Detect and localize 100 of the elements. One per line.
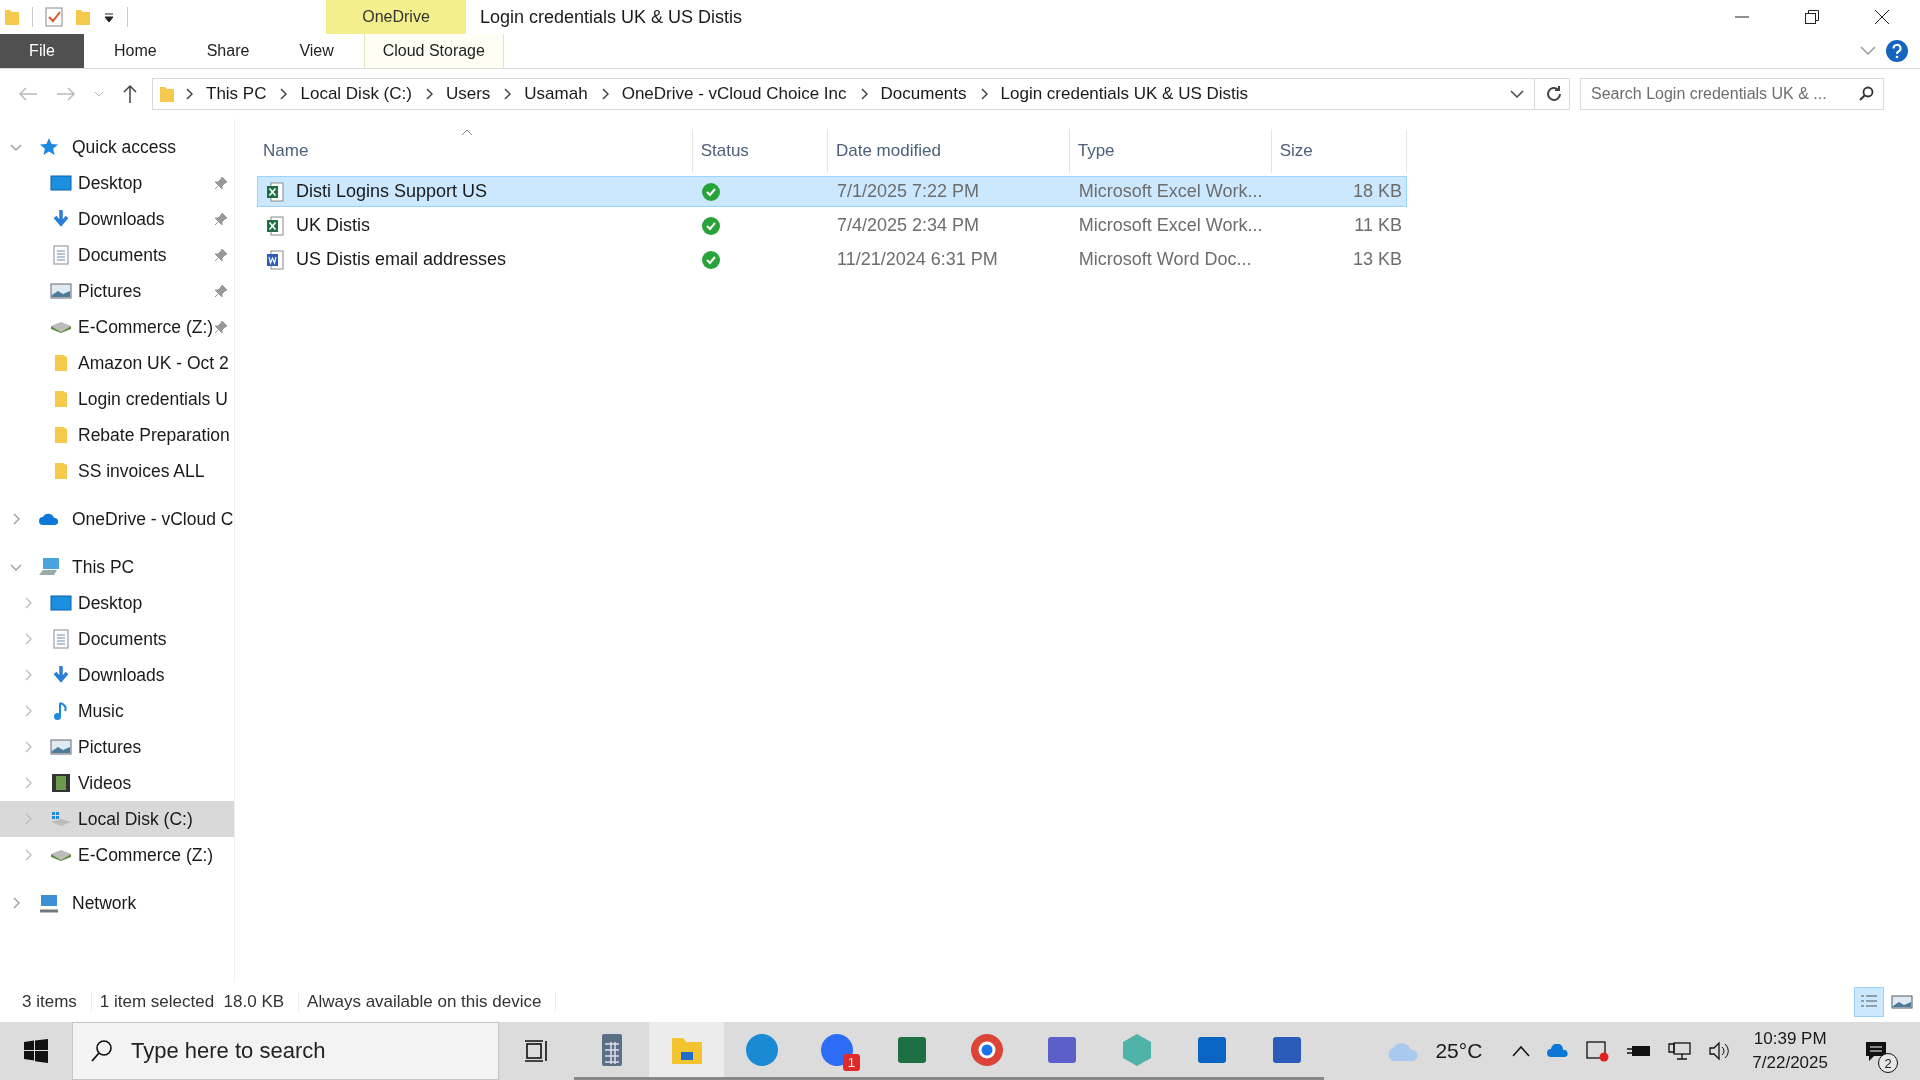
search-icon — [1858, 86, 1874, 102]
sidebar-item[interactable]: OneDrive - vCloud C — [0, 501, 234, 537]
help-icon[interactable] — [1886, 40, 1908, 62]
sidebar-item[interactable]: Network — [0, 885, 234, 921]
task-view-icon[interactable] — [523, 1039, 550, 1063]
desktop-icon — [50, 175, 72, 191]
column-header[interactable]: Type — [1069, 129, 1272, 173]
ribbon-tab[interactable]: View — [279, 34, 354, 68]
weather-temperature[interactable]: 25°C — [1435, 1039, 1483, 1063]
chevron-icon[interactable] — [424, 88, 433, 100]
pin-icon[interactable] — [214, 248, 228, 262]
sidebar-item[interactable]: Downloads — [0, 201, 234, 237]
cloud-icon[interactable] — [1546, 1044, 1571, 1058]
battery-icon[interactable] — [1626, 1043, 1653, 1059]
breadcrumb[interactable]: Login credentials UK & US Distis — [997, 84, 1252, 104]
sidebar-item[interactable]: Rebate Preparation — [0, 417, 234, 453]
pin-icon[interactable] — [214, 212, 228, 226]
ribbon-tab[interactable]: File — [0, 34, 84, 68]
chevron-icon[interactable] — [600, 88, 609, 100]
details-view-icon[interactable] — [1854, 987, 1884, 1017]
taskbar-search-field[interactable]: Type here to search — [72, 1022, 499, 1080]
chevron-icon[interactable] — [859, 88, 868, 100]
column-header[interactable]: Size — [1271, 129, 1407, 173]
properties-icon[interactable] — [45, 7, 63, 27]
close-icon[interactable] — [1874, 9, 1890, 25]
ribbon-tab[interactable]: Share — [186, 34, 270, 68]
chevron-icon[interactable] — [979, 88, 988, 100]
picture-icon — [50, 739, 72, 755]
ribbon-tab[interactable]: Cloud Storage — [363, 34, 504, 68]
sidebar-item[interactable]: Desktop — [0, 165, 234, 201]
notification-badge: 1 — [842, 1054, 860, 1071]
expand-ribbon-icon[interactable] — [1860, 46, 1876, 56]
sidebar-label: Desktop — [78, 592, 143, 614]
type-cell-text: Microsoft Excel Work... — [1077, 215, 1264, 236]
download-icon — [52, 209, 70, 229]
breadcrumb[interactable]: Local Disk (C:) — [297, 84, 415, 104]
sidebar-item[interactable]: Documents — [0, 237, 234, 273]
chevron-icon[interactable] — [185, 88, 193, 100]
sidebar-label: E-Commerce (Z:) — [78, 844, 214, 866]
file-name: US Distis email addresses — [296, 249, 507, 270]
network-icon[interactable] — [1668, 1041, 1693, 1061]
folder-icon — [54, 354, 68, 372]
sidebar-item[interactable]: Local Disk (C:) — [0, 801, 234, 837]
restore-icon[interactable] — [1804, 9, 1820, 25]
up-icon[interactable] — [122, 84, 138, 104]
file-row[interactable]: UK Distis 7/4/2025 2:34 PM Microsoft Excel Work... 11 KB — [257, 210, 1407, 241]
large-icons-view-icon[interactable] — [1890, 993, 1914, 1011]
breadcrumb[interactable]: OneDrive - vCloud Choice Inc — [618, 84, 850, 104]
refresh-icon[interactable] — [1545, 85, 1563, 103]
breadcrumb[interactable]: Usamah — [521, 84, 591, 104]
breadcrumb[interactable]: Documents — [877, 84, 970, 104]
document-icon — [53, 245, 69, 265]
date: 7/22/2025 — [1752, 1053, 1828, 1073]
chevron-up-icon[interactable] — [1512, 1045, 1531, 1057]
windows-start-icon[interactable] — [24, 1039, 48, 1063]
sidebar-item[interactable]: Login credentials U — [0, 381, 234, 417]
sidebar-item[interactable]: SS invoices ALL — [0, 453, 234, 489]
drive-icon — [49, 810, 73, 828]
action-center-button[interactable]: 2 — [1856, 1031, 1896, 1071]
drive-icon — [49, 848, 73, 862]
sidebar-label: Videos — [78, 772, 132, 794]
column-header[interactable]: Name — [255, 129, 693, 173]
breadcrumb[interactable]: Users — [442, 84, 494, 104]
sidebar-item[interactable]: Desktop — [0, 585, 234, 621]
file-row[interactable]: US Distis email addresses 11/21/2024 6:31 PM Microsoft Word Doc... 13 KB — [257, 244, 1407, 275]
sync-alert-icon[interactable] — [1586, 1040, 1611, 1062]
folder-icon — [54, 390, 68, 408]
column-header[interactable]: Status — [692, 129, 828, 173]
type-cell-text: Microsoft Excel Work... — [1077, 181, 1264, 202]
clock[interactable]: 10:39 PM 7/22/2025 — [1752, 1029, 1828, 1073]
pin-icon[interactable] — [214, 320, 228, 334]
sidebar-item[interactable]: Videos — [0, 765, 234, 801]
taskbar-app[interactable]: 1 — [799, 1022, 874, 1080]
sidebar-item[interactable]: Pictures — [0, 273, 234, 309]
breadcrumb[interactable]: This PC — [203, 84, 270, 104]
sidebar-item[interactable]: This PC — [0, 549, 234, 585]
ribbon-tab[interactable]: Home — [94, 34, 177, 68]
pin-icon[interactable] — [214, 176, 228, 190]
selection-info: 1 item selected 18.0 KB — [91, 992, 300, 1012]
taskbar-app[interactable] — [649, 1022, 724, 1080]
sidebar-item[interactable]: E-Commerce (Z:) — [0, 309, 234, 345]
sidebar-item[interactable]: E-Commerce (Z:) — [0, 837, 234, 873]
column-header[interactable]: Date modified — [828, 129, 1070, 173]
sidebar-label: OneDrive - vCloud C — [72, 508, 234, 530]
sidebar-item[interactable]: Documents — [0, 621, 234, 657]
chevron-icon[interactable] — [279, 88, 288, 100]
file-row[interactable]: Disti Logins Support US 7/1/2025 7:22 PM Microsoft Excel Work... 18 KB — [257, 176, 1407, 207]
search-field[interactable]: Search Login credentials UK & ... — [1580, 78, 1884, 110]
notification-count: 2 — [1878, 1053, 1898, 1073]
sidebar-item[interactable]: Amazon UK - Oct 2 — [0, 345, 234, 381]
sidebar-item[interactable]: Downloads — [0, 657, 234, 693]
address-bar[interactable]: This PC Local Disk (C:) Users Usamah OneDrive - vCloud Choice Inc Documents Login credentials UK & US Distis — [152, 78, 1570, 110]
pin-icon[interactable] — [214, 284, 228, 298]
sidebar-item[interactable]: Pictures — [0, 729, 234, 765]
search-icon — [90, 1039, 114, 1063]
sidebar-item[interactable]: Quick access — [0, 129, 234, 165]
sidebar-item[interactable]: Music — [0, 693, 234, 729]
folder-icon — [159, 85, 175, 103]
type-cell-text: Microsoft Word Doc... — [1077, 249, 1253, 270]
chevron-icon[interactable] — [503, 88, 512, 100]
